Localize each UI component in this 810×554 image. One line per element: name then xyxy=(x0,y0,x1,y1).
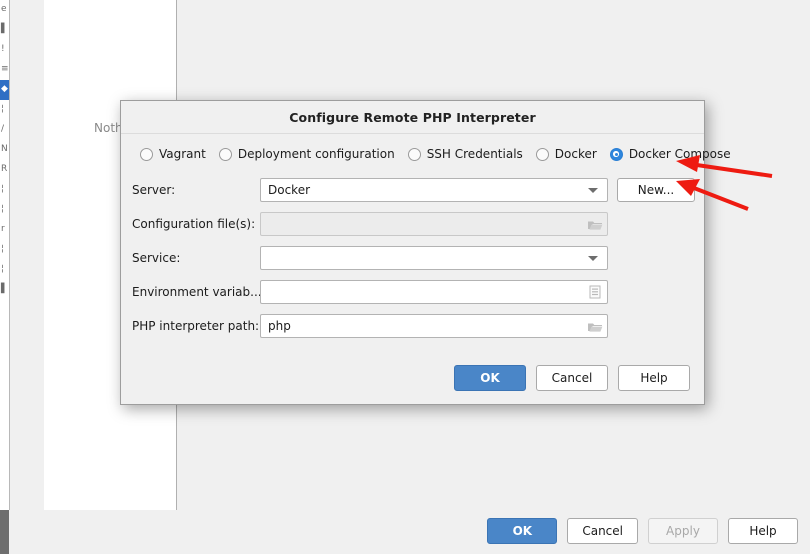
radio-vagrant-mark xyxy=(140,147,153,161)
chevron-down-icon xyxy=(588,256,598,261)
environment-variables-input[interactable] xyxy=(260,280,608,304)
settings-help-button[interactable]: Help xyxy=(728,518,798,544)
radio-docker-compose-label: Docker Compose xyxy=(628,147,731,161)
server-combobox[interactable]: Docker xyxy=(260,178,608,202)
settings-tree-row[interactable]: ◆ xyxy=(0,80,9,100)
configuration-files-label: Configuration file(s): xyxy=(132,217,256,231)
radio-docker-label: Docker xyxy=(554,147,597,161)
settings-tree-scrollbar[interactable] xyxy=(0,510,9,554)
environment-variables-control xyxy=(260,280,608,304)
server-label: Server: xyxy=(132,183,176,197)
chevron-down-icon xyxy=(588,188,598,193)
radio-ssh-credentials-label: SSH Credentials xyxy=(426,147,523,161)
settings-tree-row[interactable]: N xyxy=(0,140,9,160)
server-control: Docker xyxy=(260,178,608,202)
list-editor-icon[interactable] xyxy=(586,284,603,300)
php-interpreter-path-label: PHP interpreter path: xyxy=(132,319,260,333)
configuration-files-control xyxy=(260,212,608,236)
radio-vagrant-label: Vagrant xyxy=(159,147,206,161)
form-row-service: Service: xyxy=(132,245,695,271)
configuration-files-input xyxy=(260,212,608,236)
settings-tree-row[interactable]: ≡ xyxy=(0,60,9,80)
settings-tree-row[interactable]: ¦ xyxy=(0,100,9,120)
settings-apply-button: Apply xyxy=(648,518,718,544)
interpreter-form: Server: Docker New... Configuration file… xyxy=(132,177,695,347)
settings-tree-row-glyph: ¦ xyxy=(1,104,5,114)
form-row-server: Server: Docker New... xyxy=(132,177,695,203)
dialog-help-button[interactable]: Help xyxy=(618,365,690,391)
settings-tree-row-glyph: ¦ xyxy=(1,204,5,214)
settings-tree-row-glyph: ¦ xyxy=(1,264,5,274)
settings-cancel-button[interactable]: Cancel xyxy=(567,518,638,544)
settings-tree-row-glyph: / xyxy=(1,124,5,134)
settings-gutter xyxy=(10,0,44,510)
radio-deployment-configuration[interactable]: Deployment configuration xyxy=(218,147,395,161)
settings-tree-row[interactable]: ¦ xyxy=(0,260,9,280)
radio-deployment-configuration-mark xyxy=(218,147,232,161)
settings-tree-row-glyph: R xyxy=(1,164,8,174)
form-row-environment-variables: Environment variab... xyxy=(132,279,695,305)
radio-docker-compose[interactable]: Docker Compose xyxy=(609,147,731,161)
settings-tree-row[interactable]: r xyxy=(0,220,9,240)
form-row-configuration-files: Configuration file(s): xyxy=(132,211,695,237)
php-interpreter-path-value: php xyxy=(268,319,291,333)
settings-tree-row-glyph: ¦ xyxy=(1,184,5,194)
settings-ok-button[interactable]: OK xyxy=(487,518,558,544)
settings-tree-row-glyph: ≡ xyxy=(1,64,9,74)
php-interpreter-path-input[interactable]: php xyxy=(260,314,608,338)
dialog-title: Configure Remote PHP Interpreter xyxy=(289,109,536,125)
service-label: Service: xyxy=(132,251,181,265)
form-row-php-interpreter-path: PHP interpreter path: php xyxy=(132,313,695,339)
php-interpreter-path-control: php xyxy=(260,314,608,338)
settings-window-button-bar: OK Cancel Apply Help xyxy=(487,518,798,544)
settings-tree-row[interactable]: ¦ xyxy=(0,200,9,220)
service-control xyxy=(260,246,608,270)
dialog-cancel-button[interactable]: Cancel xyxy=(536,365,608,391)
new-server-button[interactable]: New... xyxy=(617,178,695,202)
service-combobox[interactable] xyxy=(260,246,608,270)
radio-ssh-credentials-mark xyxy=(407,147,421,161)
radio-docker[interactable]: Docker xyxy=(535,147,597,161)
dialog-button-bar: OK Cancel Help xyxy=(454,365,690,391)
settings-tree-row[interactable]: ▌ xyxy=(0,280,9,300)
settings-tree-row-glyph: ! xyxy=(1,44,5,54)
settings-tree-row[interactable]: ¦ xyxy=(0,180,9,200)
radio-vagrant[interactable]: Vagrant xyxy=(140,147,206,161)
settings-tree-row[interactable]: ▌ xyxy=(0,20,9,40)
radio-docker-compose-mark xyxy=(609,147,623,161)
settings-tree-row[interactable]: e xyxy=(0,0,9,20)
settings-tree-row-glyph: ▌ xyxy=(1,24,8,34)
radio-ssh-credentials[interactable]: SSH Credentials xyxy=(407,147,523,161)
settings-tree-row[interactable]: ¦ xyxy=(0,240,9,260)
settings-tree-row-glyph: ◆ xyxy=(1,84,8,94)
settings-tree-row-glyph: e xyxy=(1,4,7,14)
configure-remote-php-interpreter-dialog: Configure Remote PHP Interpreter Vagrant… xyxy=(120,100,731,405)
server-combobox-value: Docker xyxy=(268,183,311,197)
settings-tree-row[interactable]: R xyxy=(0,160,9,180)
dialog-titlebar: Configure Remote PHP Interpreter xyxy=(121,101,704,134)
settings-tree-row-glyph: r xyxy=(1,224,5,234)
settings-tree-row-glyph: ¦ xyxy=(1,244,5,254)
dialog-ok-button[interactable]: OK xyxy=(454,365,526,391)
interpreter-type-radio-group: Vagrant Deployment configuration SSH Cre… xyxy=(140,147,744,161)
radio-docker-mark xyxy=(535,147,549,161)
environment-variables-label: Environment variab... xyxy=(132,285,260,299)
folder-icon[interactable] xyxy=(586,318,603,334)
settings-tree-row-glyph: ▌ xyxy=(1,284,8,294)
folder-icon xyxy=(586,216,603,232)
settings-tree-row[interactable]: / xyxy=(0,120,9,140)
radio-deployment-configuration-label: Deployment configuration xyxy=(237,147,395,161)
settings-tree-row[interactable]: ! xyxy=(0,40,9,60)
settings-category-tree[interactable]: e ▌! ≡ ◆ ¦ / N R ¦ ¦ r ¦ ¦ ▌ xyxy=(0,0,10,510)
settings-tree-row-glyph: N xyxy=(1,144,8,154)
